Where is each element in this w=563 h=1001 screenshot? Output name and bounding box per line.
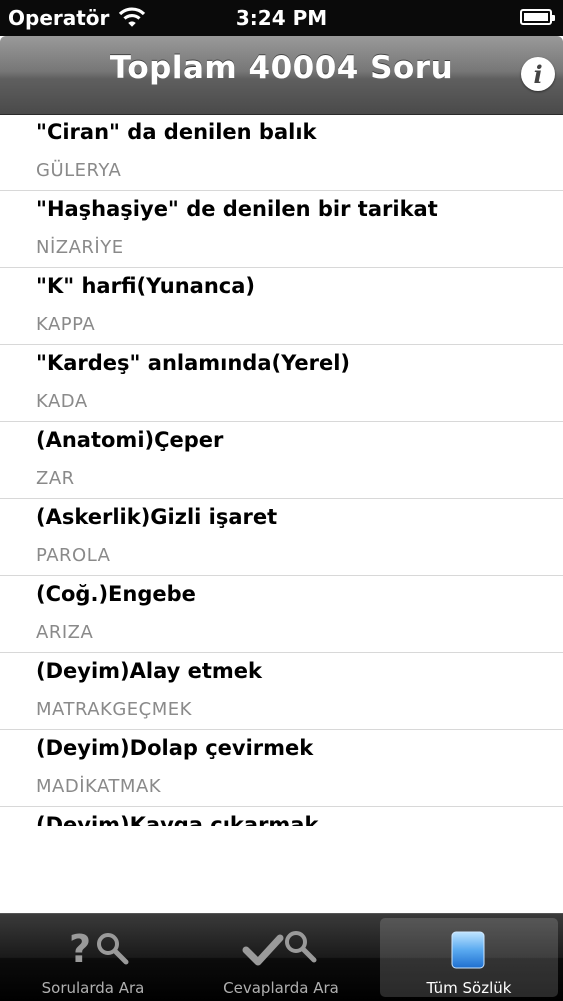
list-item[interactable]: "Haşhaşiye" de denilen bir tarikat NİZAR… bbox=[0, 191, 563, 268]
page-title: Toplam 40004 Soru bbox=[109, 50, 454, 86]
list-item[interactable]: (Deyim)Kavga çıkarmak bbox=[0, 807, 563, 826]
answer-text: MATRAKGEÇMEK bbox=[36, 699, 192, 720]
list-item[interactable]: (Deyim)Dolap çevirmek MADİKATMAK bbox=[0, 730, 563, 807]
answer-text: ZAR bbox=[36, 468, 75, 489]
question-text: (Deyim)Alay etmek bbox=[36, 659, 262, 683]
list-item[interactable]: "K" harfi(Yunanca) KAPPA bbox=[0, 268, 563, 345]
battery-icon bbox=[520, 9, 555, 25]
answer-text: NİZARİYE bbox=[36, 237, 124, 258]
status-bar: Operatör 3:24 PM bbox=[0, 0, 563, 36]
info-button[interactable]: i bbox=[521, 57, 555, 91]
question-text: "Ciran" da denilen balık bbox=[36, 120, 317, 144]
question-text: (Anatomi)Çeper bbox=[36, 428, 224, 452]
question-text: "Kardeş" anlamında(Yerel) bbox=[36, 351, 351, 375]
svg-text:?: ? bbox=[69, 927, 91, 971]
question-text: "K" harfi(Yunanca) bbox=[36, 274, 256, 298]
list-item[interactable]: (Deyim)Alay etmek MATRAKGEÇMEK bbox=[0, 653, 563, 730]
answer-text: KAPPA bbox=[36, 314, 96, 335]
answer-text: GÜLERYA bbox=[36, 160, 122, 181]
tab-search-answers[interactable]: Cevaplarda Ara bbox=[192, 918, 370, 997]
status-time: 3:24 PM bbox=[235, 6, 328, 30]
tab-bar: ? Sorularda Ara Cevaplarda Ara Tüm Sözlü… bbox=[0, 913, 563, 1001]
list-item[interactable]: (Askerlik)Gizli işaret PAROLA bbox=[0, 499, 563, 576]
question-text: "Haşhaşiye" de denilen bir tarikat bbox=[36, 197, 438, 221]
answer-text: ARIZA bbox=[36, 622, 94, 643]
check-search-icon bbox=[192, 924, 370, 972]
answer-text: MADİKATMAK bbox=[36, 776, 162, 797]
answer-text: PAROLA bbox=[36, 545, 111, 566]
tab-label: Cevaplarda Ara bbox=[223, 979, 339, 997]
question-text: (Deyim)Dolap çevirmek bbox=[36, 736, 314, 760]
navigation-bar: Toplam 40004 Soru i bbox=[0, 36, 563, 115]
tab-all-dictionary[interactable]: Tüm Sözlük bbox=[380, 918, 558, 997]
tab-label: Tüm Sözlük bbox=[426, 979, 512, 997]
list-item[interactable]: (Coğ.)Engebe ARIZA bbox=[0, 576, 563, 653]
info-icon: i bbox=[533, 60, 543, 89]
list-item[interactable]: "Kardeş" anlamında(Yerel) KADA bbox=[0, 345, 563, 422]
question-text: (Deyim)Kavga çıkarmak bbox=[36, 813, 319, 826]
tab-label: Sorularda Ara bbox=[41, 979, 145, 997]
answer-text: KADA bbox=[36, 391, 88, 412]
tab-search-questions[interactable]: ? Sorularda Ara bbox=[4, 918, 182, 997]
question-search-icon: ? bbox=[4, 924, 182, 972]
question-text: (Coğ.)Engebe bbox=[36, 582, 196, 606]
question-text: (Askerlik)Gizli işaret bbox=[36, 505, 278, 529]
dictionary-icon bbox=[380, 924, 558, 972]
list-item[interactable]: "Ciran" da denilen balık GÜLERYA bbox=[0, 114, 563, 191]
list-item[interactable]: (Anatomi)Çeper ZAR bbox=[0, 422, 563, 499]
question-list[interactable]: "Ciran" da denilen balık GÜLERYA "Haşhaş… bbox=[0, 114, 563, 826]
